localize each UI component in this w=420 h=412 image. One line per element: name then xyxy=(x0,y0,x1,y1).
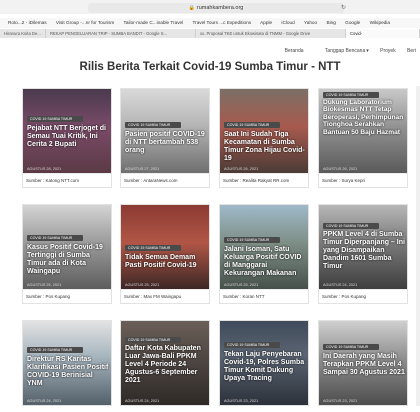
news-thumbnail: COVID 19 SUMBA TIMUR PPKM Level 4 di Sum… xyxy=(319,205,407,289)
category-badge: COVID 19 SUMBA TIMUR xyxy=(125,245,181,251)
news-card[interactable]: COVID 19 SUMBA TIMUR Ini Daerah yang Mas… xyxy=(318,320,408,406)
news-source: Sumber : AntaraNews.com xyxy=(121,173,209,187)
site-nav: Beranda Tanggap Bencana▾ Proyek Beri xyxy=(0,44,420,58)
news-headline[interactable]: Saat Ini Sudah Tiga Kecamatan di Sumba T… xyxy=(224,131,306,163)
bookmark[interactable]: Bing xyxy=(326,20,335,25)
news-headline[interactable]: Direktur RS Karitas Klarifikasi Pasien P… xyxy=(27,356,109,388)
news-headline[interactable]: Jalani Isoman, Satu Keluarga Positif COV… xyxy=(224,246,306,278)
news-card[interactable]: COVID 19 SUMBA TIMUR Pasien positif COVI… xyxy=(120,88,210,188)
nav-item-proyek[interactable]: Proyek xyxy=(380,48,396,54)
news-card[interactable]: COVID 19 SUMBA TIMUR Jalani Isoman, Satu… xyxy=(219,204,309,304)
chevron-down-icon: ▾ xyxy=(366,48,369,54)
news-headline[interactable]: Tidak Semua Demam Pasti Positif Covid-19 xyxy=(125,254,207,270)
category-badge: COVID 19 SUMBA TIMUR xyxy=(224,342,280,348)
bookmark[interactable]: Roto...2 - iDilemas xyxy=(8,20,47,25)
bookmarks-bar: Roto...2 - iDilemas Visit Group -...nr f… xyxy=(0,18,420,28)
news-headline[interactable]: Ini Daerah yang Masih Terapkan PPKM Leve… xyxy=(323,353,405,377)
nav-item-tanggap-bencana[interactable]: Tanggap Bencana▾ xyxy=(315,48,369,54)
news-date: AGUSTUS 28, 2021 xyxy=(27,167,62,171)
news-card[interactable]: COVID 19 SUMBA TIMUR Pejabat NTT Berjoge… xyxy=(22,88,112,188)
category-badge: COVID 19 SUMBA TIMUR xyxy=(224,237,280,243)
category-badge: COVID 19 SUMBA TIMUR xyxy=(323,92,379,98)
news-thumbnail: COVID 19 SUMBA TIMUR Tidak Semua Demam P… xyxy=(121,205,209,289)
browser-tab[interactable]: xx. Proposal TKE untuk Ekowisata di TNMM… xyxy=(196,29,346,38)
news-card[interactable]: COVID 19 SUMBA TIMUR Kasus Positif Covid… xyxy=(22,204,112,304)
news-thumbnail: COVID 19 SUMBA TIMUR Tekan Laju Penyebar… xyxy=(220,321,308,405)
nav-item-beranda[interactable]: Beranda xyxy=(285,48,304,54)
bookmark[interactable]: Wikipedia xyxy=(370,20,390,25)
news-thumbnail: COVID 19 SUMBA TIMUR Pasien positif COVI… xyxy=(121,89,209,173)
news-headline[interactable]: Pasien positif COVID-19 di NTT bertambah… xyxy=(125,131,207,155)
news-card[interactable]: COVID 19 SUMBA TIMUR Daftar Kota Kabupat… xyxy=(120,320,210,406)
news-card[interactable]: COVID 19 SUMBA TIMUR PPKM Level 4 di Sum… xyxy=(318,204,408,304)
bookmark[interactable]: Tailor-made C...inable Travel xyxy=(124,20,184,25)
news-date: AGUSTUS 25, 2021 xyxy=(27,283,62,287)
news-card[interactable]: COVID 19 SUMBA TIMUR Dukung Laboratorium… xyxy=(318,88,408,188)
browser-toolbar: 🔒 rumahkambera.org ↻ xyxy=(0,0,420,14)
news-thumbnail: COVID 19 SUMBA TIMUR Pejabat NTT Berjoge… xyxy=(23,89,111,173)
nav-label: Tanggap Bencana xyxy=(324,48,366,54)
category-badge: COVID 19 SUMBA TIMUR xyxy=(27,116,83,122)
bookmark[interactable]: Yahoo xyxy=(304,20,317,25)
news-date: AGUSTUS 24, 2021 xyxy=(125,399,160,403)
category-badge: COVID 19 SUMBA TIMUR xyxy=(125,122,181,128)
news-date: AGUSTUS 26, 2021 xyxy=(224,167,259,171)
news-date: AGUSTUS 24, 2021 xyxy=(27,399,62,403)
address-text: rumahkambera.org xyxy=(196,5,244,11)
news-card[interactable]: COVID 19 SUMBA TIMUR Tekan Laju Penyebar… xyxy=(219,320,309,406)
news-date: AGUSTUS 25, 2021 xyxy=(224,283,259,287)
news-card[interactable]: COVID 19 SUMBA TIMUR Tidak Semua Demam P… xyxy=(120,204,210,304)
category-badge: COVID 19 SUMBA TIMUR xyxy=(125,337,181,343)
news-headline[interactable]: Dukung Laboratorium Biokesmas NTT Tetap … xyxy=(323,99,405,136)
category-badge: COVID 19 SUMBA TIMUR xyxy=(323,223,379,229)
nav-item-beri[interactable]: Beri xyxy=(407,48,416,54)
news-source: Sumber : Katong NTT.com xyxy=(23,173,111,187)
bookmark[interactable]: Apple xyxy=(260,20,272,25)
news-date: AGUSTUS 25, 2021 xyxy=(125,283,160,287)
news-source: Sumber : Pos Kupang xyxy=(23,289,111,303)
category-badge: COVID 19 SUMBA TIMUR xyxy=(224,122,280,128)
news-source: Sumber : Koran NTT xyxy=(220,289,308,303)
news-thumbnail: COVID 19 SUMBA TIMUR Ini Daerah yang Mas… xyxy=(319,321,407,405)
news-thumbnail: COVID 19 SUMBA TIMUR Jalani Isoman, Satu… xyxy=(220,205,308,289)
news-source: Sumber : Max FM Waingapu xyxy=(121,289,209,303)
category-badge: COVID 19 SUMBA TIMUR xyxy=(27,235,83,241)
news-headline[interactable]: Kasus Positif Covid-19 Tertinggi di Sumb… xyxy=(27,244,109,276)
address-bar[interactable]: 🔒 rumahkambera.org xyxy=(88,3,344,13)
browser-tab[interactable]: REKAP PENGELUARAN TRIP - SUMBA BANDIT - … xyxy=(46,29,196,38)
tab-bar: Hiranura Koita De... REKAP PENGELUARAN TR… xyxy=(0,29,420,38)
bookmark[interactable]: Visit Group -...nr for Tourism xyxy=(56,20,114,25)
news-thumbnail: COVID 19 SUMBA TIMUR Kasus Positif Covid… xyxy=(23,205,111,289)
news-date: AGUSTUS 23, 2021 xyxy=(323,399,358,403)
category-badge: COVID 19 SUMBA TIMUR xyxy=(323,344,379,350)
news-headline[interactable]: Daftar Kota Kabupaten Luar Jawa-Bali PPK… xyxy=(125,345,207,385)
news-headline[interactable]: Pejabat NTT Berjoget di Semau Tuai Kriti… xyxy=(27,125,109,149)
news-source: Sumber : Realita Rakyat RR.com xyxy=(220,173,308,187)
news-headline[interactable]: Tekan Laju Penyebaran Covid-19, Polres S… xyxy=(224,351,306,383)
news-thumbnail: COVID 19 SUMBA TIMUR Daftar Kota Kabupat… xyxy=(121,321,209,405)
scrollbar[interactable] xyxy=(416,86,420,406)
news-card[interactable]: COVID 19 SUMBA TIMUR Direktur RS Karitas… xyxy=(22,320,112,406)
news-date: AGUSTUS 23, 2021 xyxy=(224,399,259,403)
browser-tab[interactable]: Hiranura Koita De... xyxy=(0,29,46,38)
news-source: Sumber : Surya Kepri xyxy=(319,173,407,187)
bookmark[interactable]: iCloud xyxy=(281,20,294,25)
news-thumbnail: COVID 19 SUMBA TIMUR Dukung Laboratorium… xyxy=(319,89,407,173)
news-headline[interactable]: PPKM Level 4 di Sumba Timur Diperpanjang… xyxy=(323,231,405,271)
lock-icon: 🔒 xyxy=(188,5,195,11)
news-date: AGUSTUS 24, 2021 xyxy=(323,283,358,287)
bookmark[interactable]: Google xyxy=(345,20,360,25)
news-card[interactable]: COVID 19 SUMBA TIMUR Saat Ini Sudah Tiga… xyxy=(219,88,309,188)
news-date: AGUSTUS 27, 2021 xyxy=(125,167,160,171)
category-badge: COVID 19 SUMBA TIMUR xyxy=(27,347,83,353)
news-date: AGUSTUS 26, 2021 xyxy=(323,167,358,171)
browser-tab-active[interactable]: Covid- xyxy=(346,29,420,38)
news-thumbnail: COVID 19 SUMBA TIMUR Saat Ini Sudah Tiga… xyxy=(220,89,308,173)
bookmark[interactable]: Travel Tours ...c Expeditions xyxy=(192,20,251,25)
page-title: Rilis Berita Terkait Covid-19 Sumba Timu… xyxy=(79,61,341,73)
news-source: Sumber : Pos Kupang xyxy=(319,289,407,303)
news-thumbnail: COVID 19 SUMBA TIMUR Direktur RS Karitas… xyxy=(23,321,111,405)
reload-icon[interactable]: ↻ xyxy=(341,4,346,11)
